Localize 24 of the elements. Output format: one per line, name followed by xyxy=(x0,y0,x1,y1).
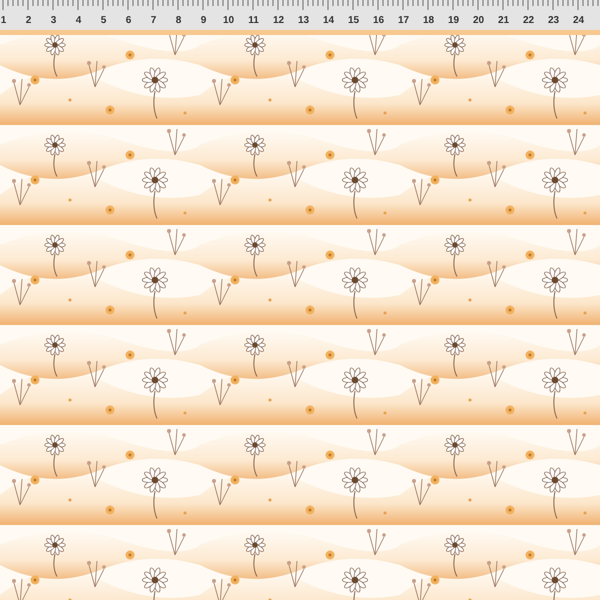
ruler-number: 12 xyxy=(272,15,286,27)
ruler-number: 3 xyxy=(50,15,58,27)
ruler-number: 2 xyxy=(24,15,32,27)
ruler-number: 6 xyxy=(124,15,132,27)
ruler-number: 19 xyxy=(446,15,460,27)
ruler-number: 8 xyxy=(174,15,182,27)
ruler-number: 9 xyxy=(200,15,208,27)
ruler-number: 21 xyxy=(496,15,510,27)
ruler-number: 11 xyxy=(247,15,260,27)
ruler-number: 7 xyxy=(150,15,158,27)
ruler-number: 17 xyxy=(396,15,410,27)
ruler-number: 18 xyxy=(422,15,436,27)
ruler-number: 4 xyxy=(74,15,82,27)
ruler-number: 24 xyxy=(572,15,586,27)
ruler-number: 5 xyxy=(100,15,108,27)
ruler-number: 22 xyxy=(522,15,536,27)
ruler-number: 15 xyxy=(346,15,360,27)
ruler-number: 14 xyxy=(322,15,336,27)
ruler-number: 20 xyxy=(472,15,486,27)
ruler-number: 16 xyxy=(372,15,386,27)
ruler-number: 10 xyxy=(222,15,236,27)
ruler-number: 23 xyxy=(546,15,560,27)
ruler-number: 13 xyxy=(296,15,310,27)
ruler-number: 1 xyxy=(0,15,8,27)
